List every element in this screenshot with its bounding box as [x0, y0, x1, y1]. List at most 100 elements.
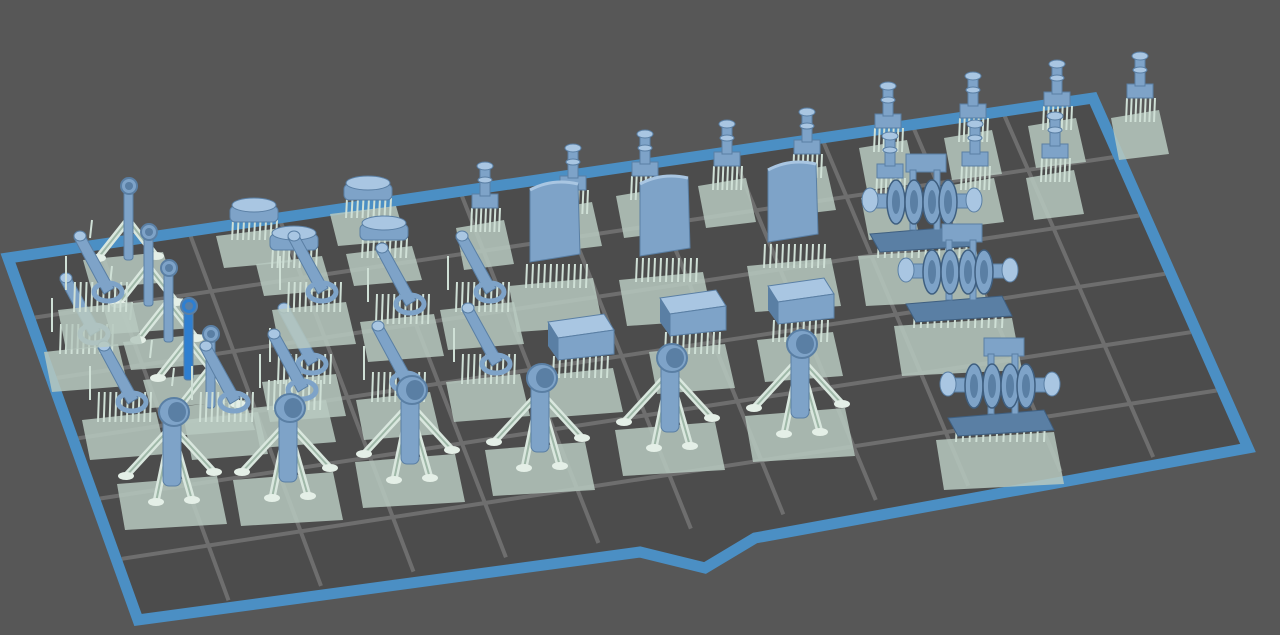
support-foot: [386, 476, 402, 484]
winch-gear-hub: [944, 190, 952, 214]
support-pin: [375, 293, 378, 325]
support-pin: [242, 219, 245, 241]
support-pin: [513, 353, 516, 385]
support-pin: [210, 391, 214, 423]
pipe-opening: [185, 302, 193, 310]
bollard-cap: [879, 81, 897, 91]
support-pin: [231, 219, 234, 241]
support-foot: [206, 468, 222, 476]
support-pin: [706, 331, 709, 355]
cap-top: [345, 175, 391, 191]
support-pin: [1070, 105, 1073, 131]
support-pin: [537, 263, 540, 289]
support-pin: [367, 197, 370, 219]
bracket-tip: [199, 340, 213, 352]
support-pin: [1148, 97, 1152, 123]
support-pin: [356, 197, 359, 219]
support-pin: [726, 165, 729, 191]
vent-pipe-opening: [168, 402, 186, 422]
support-raft: [272, 302, 356, 350]
bracket-tip: [455, 230, 469, 242]
support-pin: [474, 207, 478, 233]
support-pin: [125, 281, 128, 313]
support-foot: [776, 430, 792, 438]
support-pin: [258, 219, 262, 241]
3d-viewport[interactable]: [0, 0, 1280, 635]
support-pin: [78, 281, 82, 313]
support-pin: [694, 331, 697, 355]
support-pin: [820, 153, 823, 179]
support-pin: [1042, 105, 1045, 131]
support-pin: [298, 281, 302, 313]
bollard-post-part[interactable]: [1111, 51, 1169, 160]
winch-gear-hub: [970, 374, 978, 398]
support-pin: [561, 263, 564, 289]
support-pin: [405, 237, 408, 259]
bollard-band: [565, 158, 581, 166]
support-pin: [199, 391, 202, 423]
support-pin: [579, 263, 582, 289]
support-pin: [1065, 105, 1069, 131]
support-pin: [978, 165, 982, 191]
winch-gear-hub: [988, 374, 996, 398]
support-pin: [983, 165, 987, 191]
support-pin: [292, 281, 296, 313]
pipe-body: [163, 271, 174, 343]
support-pin: [1125, 97, 1128, 123]
support-pin: [371, 371, 374, 403]
support-pin: [470, 207, 473, 233]
support-pin: [647, 257, 650, 283]
support-pin: [380, 293, 384, 325]
bollard-cap: [1046, 111, 1064, 121]
viewport-canvas[interactable]: [0, 0, 1280, 635]
support-foot: [704, 414, 720, 422]
support-pin: [493, 207, 497, 233]
support-foot: [552, 462, 568, 470]
support-pin: [1058, 157, 1062, 183]
support-pin: [90, 281, 94, 313]
bollard-cap: [636, 129, 654, 139]
support-foot: [682, 442, 698, 450]
support-pin: [236, 219, 240, 241]
vent-pipe-opening: [536, 368, 554, 388]
support-foot: [486, 438, 502, 446]
support-pin: [635, 257, 638, 283]
winch-gear-hub: [928, 190, 936, 214]
support-pin: [287, 281, 290, 313]
support-foot: [746, 404, 762, 412]
support-pin: [820, 319, 823, 343]
bollard-cap: [1131, 51, 1149, 61]
support-pin: [531, 263, 534, 289]
support-pin: [114, 391, 118, 423]
support-pin: [392, 293, 396, 325]
support-pin: [683, 257, 686, 283]
pipe-opening: [165, 264, 173, 272]
support-pin: [586, 189, 589, 215]
support-pin: [826, 319, 829, 343]
support-foot: [150, 374, 166, 382]
support-foot: [444, 446, 460, 454]
winch-frame-top: [905, 153, 947, 173]
panel-face: [639, 175, 691, 257]
support-pin: [461, 353, 464, 385]
support-pin: [59, 323, 62, 355]
support-raft: [58, 302, 142, 350]
support-pin: [567, 263, 570, 289]
support-pin: [388, 371, 392, 403]
bollard-band: [799, 122, 815, 130]
support-pin: [712, 331, 715, 355]
bracket-tip: [73, 230, 87, 242]
support-pin: [549, 263, 552, 289]
support-pin: [740, 165, 743, 191]
support-pin: [1129, 97, 1133, 123]
winch-drum-end: [965, 187, 983, 213]
support-pin: [581, 189, 585, 215]
support-pin: [974, 165, 977, 191]
support-pin: [479, 207, 483, 233]
support-pin: [793, 243, 796, 269]
support-pin: [488, 207, 492, 233]
support-pin: [700, 331, 703, 355]
bollard-band: [637, 144, 653, 152]
support-pin: [329, 353, 332, 385]
cap-top: [361, 215, 407, 231]
